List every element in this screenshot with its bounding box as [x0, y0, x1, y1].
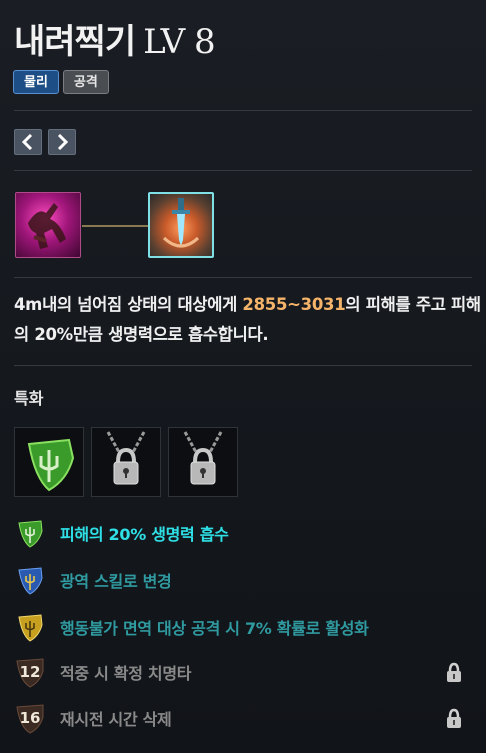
tag-attack: 공격 [62, 70, 109, 94]
skill-level: LV 8 [143, 22, 216, 62]
spec-option-1[interactable]: 피해의 20% 생명력 흡수 [14, 516, 229, 550]
level-shield-icon: 12 [14, 656, 46, 688]
spec-slot-3[interactable] [168, 427, 238, 497]
spec-option-3[interactable]: 행동불가 면역 대상 공격 시 7% 확률로 활성화 [14, 610, 369, 644]
prev-button[interactable] [14, 129, 42, 155]
skill-tags: 물리 공격 [13, 70, 109, 94]
tripod-icon-2[interactable] [148, 192, 214, 258]
tripod-icon-1[interactable] [15, 192, 81, 258]
chevron-left-icon [21, 134, 33, 150]
spec-option-4[interactable]: 12 적중 시 확정 치명타 [14, 655, 472, 689]
spec-option-text: 행동불가 면역 대상 공격 시 7% 확률로 활성화 [60, 619, 369, 638]
unlock-level: 16 [19, 709, 41, 727]
desc-text: 4m내의 넘어짐 상태의 대상에게 [14, 295, 243, 314]
skill-name: 내려찍기 [14, 22, 136, 62]
blue-trident-shield-icon [14, 564, 46, 596]
spec-option-text: 광역 스킬로 변경 [60, 572, 172, 591]
skill-description: 4m내의 넘어짐 상태의 대상에게 2855~3031의 피해를 주고 피해의 … [14, 290, 484, 350]
spec-option-text: 적중 시 확정 치명타 [60, 664, 192, 683]
sword-strike-icon [162, 198, 200, 248]
green-trident-shield-icon [27, 438, 75, 492]
divider [14, 170, 472, 171]
specialization-label: 특화 [14, 389, 44, 408]
green-trident-shield-icon [14, 517, 46, 549]
spec-slot-1[interactable] [14, 427, 84, 497]
level-shield-icon: 16 [14, 702, 46, 734]
tripod-nav [14, 129, 76, 155]
chevron-right-icon [57, 134, 69, 150]
spec-option-2[interactable]: 광역 스킬로 변경 [14, 563, 172, 597]
next-button[interactable] [48, 129, 76, 155]
unlock-level: 12 [19, 663, 41, 681]
divider [14, 277, 472, 278]
spec-slot-2[interactable] [91, 427, 161, 497]
lock-icon [444, 661, 464, 683]
lock-icon [183, 431, 223, 485]
tag-physical: 물리 [13, 70, 59, 94]
damage-value: 2855~3031 [242, 295, 346, 314]
spec-option-5[interactable]: 16 재시전 시간 삭제 [14, 701, 472, 735]
divider [14, 365, 472, 366]
skill-title: 내려찍기 LV 8 [14, 14, 216, 63]
lock-icon [444, 707, 464, 729]
tripod-connector [82, 225, 148, 227]
skill-tooltip-panel: 내려찍기 LV 8 물리 공격 4m내의 넘어짐 상태의 대상에게 2855~30… [0, 0, 486, 753]
gold-trident-shield-icon [14, 611, 46, 643]
falling-body-icon [28, 203, 66, 249]
spec-option-text: 재시전 시간 삭제 [60, 710, 172, 729]
spec-option-text: 피해의 20% 생명력 흡수 [60, 525, 229, 544]
divider [14, 110, 472, 111]
lock-icon [106, 431, 146, 485]
